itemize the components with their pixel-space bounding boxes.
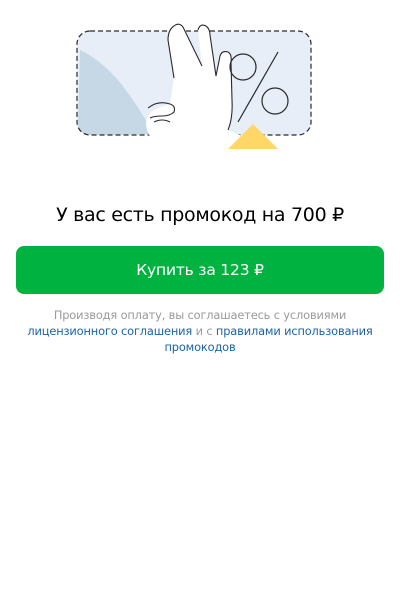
buy-button[interactable]: Купить за 123 ₽ <box>16 246 384 294</box>
terms-middle: и с <box>192 324 216 338</box>
promo-illustration <box>70 18 320 152</box>
terms-notice: Производя оплату, вы соглашаетесь с усло… <box>12 307 388 355</box>
terms-prefix: Производя оплату, вы соглашаетесь с усло… <box>53 308 347 322</box>
promo-title: У вас есть промокод на 700 ₽ <box>56 204 344 226</box>
license-agreement-link[interactable]: лицензионного соглашения <box>27 324 192 338</box>
hand-holding-discount-coupon-icon <box>76 23 312 149</box>
